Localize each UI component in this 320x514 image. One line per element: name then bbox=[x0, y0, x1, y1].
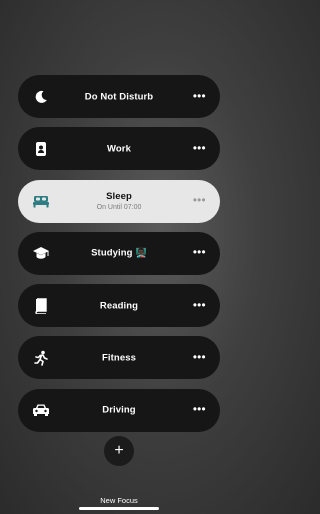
focus-driving[interactable]: Driving ••• bbox=[18, 388, 220, 432]
focus-studying[interactable]: Studying 👨🏿‍🏫 ••• bbox=[18, 231, 220, 275]
more-options-icon[interactable]: ••• bbox=[193, 247, 206, 259]
graduation-cap-icon bbox=[32, 244, 50, 262]
more-options-icon[interactable]: ••• bbox=[193, 404, 206, 416]
new-focus-label: New Focus bbox=[100, 496, 138, 505]
more-options-icon[interactable]: ••• bbox=[193, 143, 206, 154]
id-badge-icon bbox=[32, 140, 50, 158]
running-icon bbox=[32, 349, 50, 367]
focus-reading[interactable]: Reading ••• bbox=[18, 284, 220, 328]
focus-mode-list: Do Not Disturb ••• Work ••• Sleep On Unt… bbox=[18, 75, 220, 441]
teacher-emoji: 👨🏿‍🏫 bbox=[135, 247, 147, 258]
home-indicator[interactable] bbox=[79, 507, 159, 510]
moon-icon bbox=[32, 88, 50, 106]
focus-work[interactable]: Work ••• bbox=[18, 127, 220, 171]
new-focus-button[interactable]: + bbox=[104, 436, 134, 466]
more-options-icon[interactable]: ••• bbox=[193, 195, 206, 207]
car-icon bbox=[32, 401, 50, 419]
focus-fitness[interactable]: Fitness ••• bbox=[18, 336, 220, 380]
more-options-icon[interactable]: ••• bbox=[193, 91, 206, 102]
focus-do-not-disturb[interactable]: Do Not Disturb ••• bbox=[18, 75, 220, 118]
book-icon bbox=[32, 297, 50, 315]
plus-icon: + bbox=[114, 442, 124, 459]
more-options-icon[interactable]: ••• bbox=[193, 300, 206, 311]
focus-sleep[interactable]: Sleep On Until 07:00 ••• bbox=[18, 179, 220, 223]
bed-icon bbox=[32, 192, 50, 210]
focus-label: Studying bbox=[91, 247, 133, 259]
more-options-icon[interactable]: ••• bbox=[193, 352, 206, 363]
